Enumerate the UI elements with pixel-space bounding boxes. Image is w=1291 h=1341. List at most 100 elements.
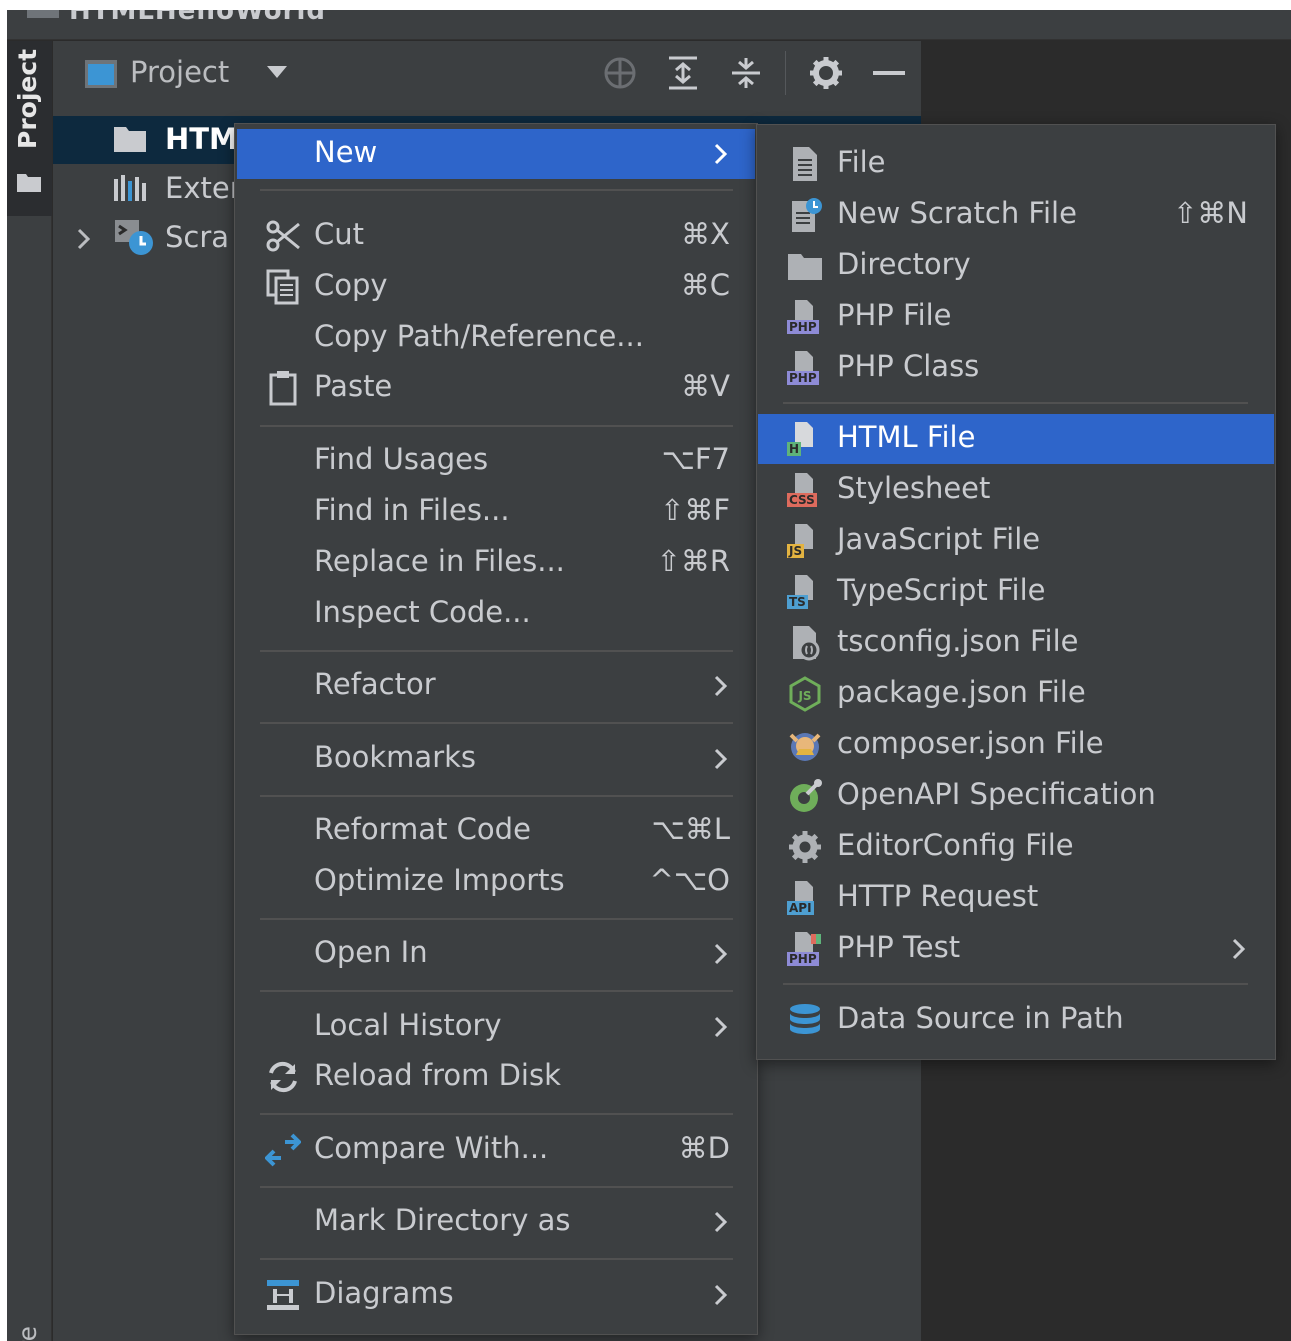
submenu-item-label: OpenAPI Specification: [837, 777, 1156, 811]
menu-item-copy[interactable]: Copy ⌘C: [237, 262, 755, 312]
html-file-icon: H: [787, 421, 823, 457]
submenu-item-html-file[interactable]: H HTML File: [758, 414, 1274, 464]
submenu-item-editorconfig-file[interactable]: EditorConfig File: [758, 822, 1274, 872]
menu-item-label: Paste: [314, 369, 393, 403]
left-tool-strip: Project ure: [7, 41, 52, 1341]
menu-separator: [260, 1258, 733, 1260]
chevron-right-icon: [714, 1284, 728, 1306]
chevron-right-icon: [714, 1016, 728, 1038]
menu-item-open-in[interactable]: Open In: [237, 929, 755, 979]
menu-item-new[interactable]: New: [237, 129, 755, 179]
collapse-all-icon[interactable]: [728, 55, 764, 91]
menu-separator: [260, 425, 733, 427]
menu-item-label: Optimize Imports: [314, 863, 565, 897]
menu-item-inspect-code[interactable]: Inspect Code...: [237, 589, 755, 639]
submenu-item-openapi-specification[interactable]: OpenAPI Specification: [758, 771, 1274, 821]
expand-all-icon[interactable]: [665, 55, 701, 91]
locate-icon[interactable]: [602, 55, 638, 91]
project-panel-title[interactable]: Project: [130, 55, 229, 89]
scratch-file-icon: [792, 198, 822, 232]
chevron-right-icon: [1232, 938, 1246, 960]
menu-item-find-in-files[interactable]: Find in Files... ⇧⌘F: [237, 487, 755, 537]
menu-item-label: New: [314, 135, 378, 169]
submenu-item-label: PHP File: [837, 298, 952, 332]
composer-icon: [789, 733, 821, 761]
openapi-icon: [790, 779, 822, 812]
menu-item-diagrams[interactable]: Diagrams: [237, 1270, 755, 1320]
submenu-item-label: package.json File: [837, 675, 1086, 709]
php-class-icon: PHP: [787, 350, 823, 386]
submenu-item-directory[interactable]: Directory: [758, 241, 1274, 291]
menu-item-shortcut: ⌥F7: [661, 442, 730, 476]
menu-item-compare-with[interactable]: Compare With... ⌘D: [237, 1125, 755, 1175]
submenu-item-php-test[interactable]: PHP PHP Test: [758, 924, 1274, 974]
chevron-right-icon: [714, 143, 728, 165]
file-type-badge: CSS: [787, 493, 817, 507]
php-file-icon: PHP: [787, 299, 823, 335]
menu-item-shortcut: ⌘C: [680, 268, 730, 302]
menu-item-replace-in-files[interactable]: Replace in Files... ⇧⌘R: [237, 538, 755, 588]
copy-icon: [266, 269, 299, 305]
menu-item-local-history[interactable]: Local History: [237, 1002, 755, 1052]
menu-item-optimize-imports[interactable]: Optimize Imports ^⌥O: [237, 857, 755, 907]
submenu-item-http-request[interactable]: API HTTP Request: [758, 873, 1274, 923]
menu-item-cut[interactable]: Cut ⌘X: [237, 211, 755, 261]
menu-item-paste[interactable]: Paste ⌘V: [237, 363, 755, 413]
chevron-right-icon: [714, 943, 728, 965]
submenu-item-label: Data Source in Path: [837, 1001, 1124, 1035]
submenu-item-data-source-in-path[interactable]: Data Source in Path: [758, 995, 1274, 1045]
menu-item-label: Mark Directory as: [314, 1203, 571, 1237]
window-title: HTMLHelloWorld: [69, 10, 326, 26]
menu-item-mark-directory-as[interactable]: Mark Directory as: [237, 1197, 755, 1247]
api-file-icon: API: [787, 880, 823, 916]
nodejs-icon: JS: [789, 676, 821, 712]
folder-icon: [788, 254, 822, 280]
project-panel-header: Project: [53, 41, 921, 105]
project-tool-tab[interactable]: Project: [7, 41, 52, 216]
chevron-right-icon[interactable]: [77, 228, 91, 250]
menu-item-label: Reformat Code: [314, 812, 531, 846]
menu-item-shortcut: ⇧⌘R: [656, 544, 730, 578]
submenu-item-typescript-file[interactable]: TS TypeScript File: [758, 567, 1274, 617]
project-window-icon: [27, 10, 59, 18]
menu-item-refactor[interactable]: Refactor: [237, 661, 755, 711]
submenu-item-stylesheet[interactable]: CSS Stylesheet: [758, 465, 1274, 515]
menu-item-find-usages[interactable]: Find Usages ⌥F7: [237, 436, 755, 486]
submenu-item-php-class[interactable]: PHP PHP Class: [758, 343, 1274, 393]
minimize-icon[interactable]: [871, 55, 907, 91]
css-file-icon: CSS: [787, 472, 823, 508]
file-type-badge: H: [787, 442, 802, 456]
menu-item-copy-path[interactable]: Copy Path/Reference...: [237, 313, 755, 363]
submenu-item-composer-json-file[interactable]: composer.json File: [758, 720, 1274, 770]
new-submenu: File New Scratch File ⇧⌘N Directory PHP …: [756, 124, 1276, 1060]
submenu-item-package-json-file[interactable]: JS package.json File: [758, 669, 1274, 719]
menu-item-label: Cut: [314, 217, 364, 251]
file-type-badge: PHP: [787, 371, 819, 385]
submenu-item-tsconfig-json-file[interactable]: tsconfig.json File: [758, 618, 1274, 668]
submenu-item-label: PHP Class: [837, 349, 980, 383]
menu-item-label: Refactor: [314, 667, 436, 701]
tree-item-label: Scra: [165, 220, 230, 254]
submenu-item-php-file[interactable]: PHP PHP File: [758, 292, 1274, 342]
diagram-icon: [267, 1280, 299, 1310]
menu-item-reload-from-disk[interactable]: Reload from Disk: [237, 1052, 755, 1102]
ts-file-icon: TS: [787, 574, 823, 610]
tree-item-label: HTM: [165, 122, 238, 156]
gear-icon[interactable]: [808, 55, 844, 91]
project-view-icon: [85, 60, 117, 88]
menu-item-reformat-code[interactable]: Reformat Code ⌥⌘L: [237, 806, 755, 856]
menu-item-bookmarks[interactable]: Bookmarks: [237, 734, 755, 784]
chevron-down-icon[interactable]: [266, 65, 288, 79]
submenu-item-label: Stylesheet: [837, 471, 991, 505]
menu-item-label: Reload from Disk: [314, 1058, 561, 1092]
submenu-item-javascript-file[interactable]: JS JavaScript File: [758, 516, 1274, 566]
submenu-item-file[interactable]: File: [758, 139, 1274, 189]
submenu-item-label: EditorConfig File: [837, 828, 1074, 862]
submenu-item-new-scratch-file[interactable]: New Scratch File ⇧⌘N: [758, 190, 1274, 240]
submenu-item-label: New Scratch File: [837, 196, 1077, 230]
title-bar: HTMLHelloWorld: [7, 10, 1291, 40]
chevron-right-icon: [714, 748, 728, 770]
chevron-right-icon: [714, 675, 728, 697]
submenu-item-label: File: [837, 145, 886, 179]
structure-tool-tab[interactable]: ure: [13, 1326, 42, 1341]
